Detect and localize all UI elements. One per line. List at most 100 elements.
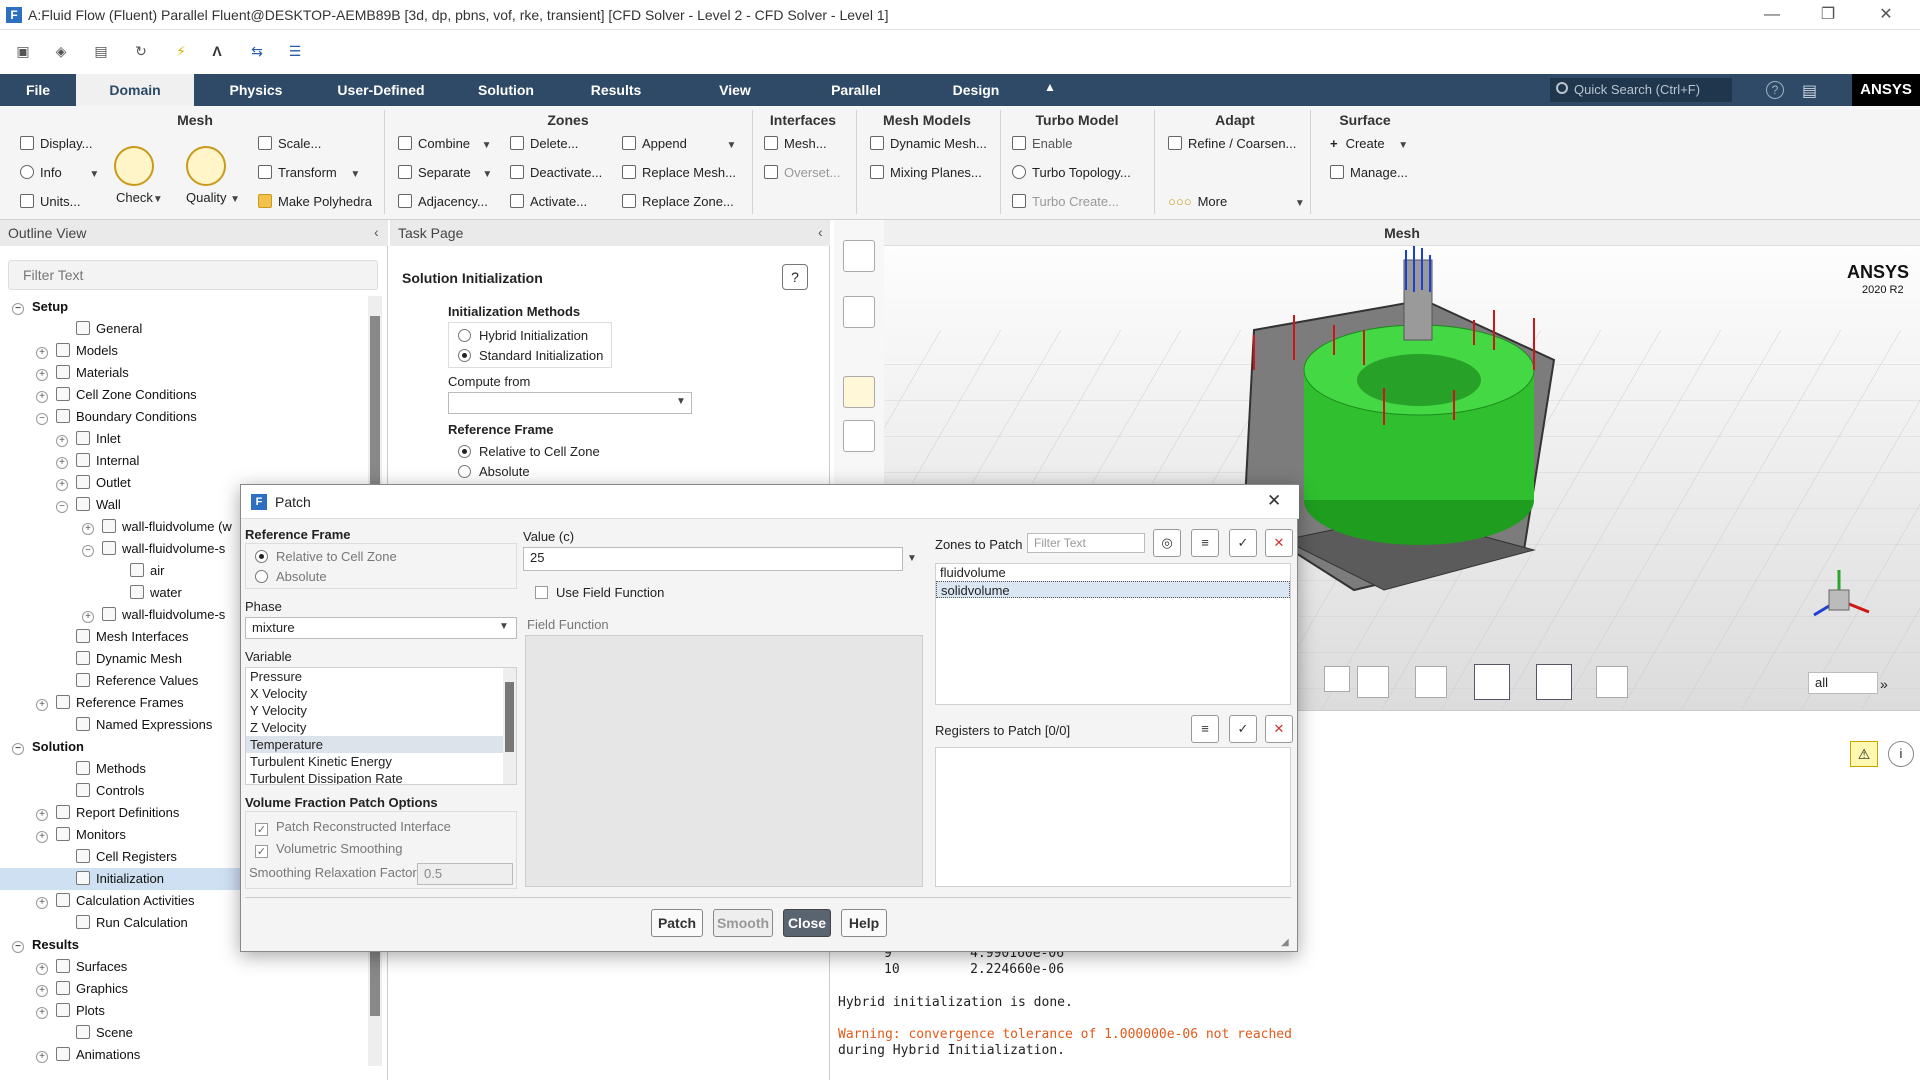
combine-button[interactable]: Combine ▼ [398,136,492,151]
zone-list-item[interactable]: solidvolume [936,581,1290,598]
plot-icon[interactable] [843,376,875,408]
tree-node[interactable]: + Internal [0,450,366,472]
collapse-icon[interactable]: − [12,303,24,315]
tree-node[interactable]: + Models [0,340,366,362]
copy-view-icon[interactable] [843,240,875,272]
phase-select[interactable]: mixture [245,617,517,639]
minimize-button[interactable]: — [1752,4,1792,26]
patch-reconstructed-checkbox[interactable]: ✓ Patch Reconstructed Interface [255,819,451,836]
tab-results[interactable]: Results [566,74,666,106]
tab-parallel[interactable]: Parallel [806,74,906,106]
read-case-icon[interactable]: ▣ [14,42,32,60]
interfaces-mesh-button[interactable]: Mesh... [764,136,827,151]
overset-button[interactable]: Overset... [764,165,840,180]
display-button[interactable]: Display... [20,136,93,151]
warning-icon[interactable]: ⚠ [1850,741,1878,767]
collapse-icon[interactable]: − [12,941,24,953]
surface-manage-button[interactable]: Manage... [1330,165,1408,180]
check-button[interactable]: Check▼ [116,190,163,205]
resize-grip-icon[interactable]: ◢ [1281,937,1289,948]
tree-node[interactable]: − Boundary Conditions [0,406,366,428]
help-icon[interactable]: ? [1766,81,1784,99]
tree-node[interactable]: + Surfaces [0,956,366,978]
arrange-windows-icon[interactable]: ⇆ [248,42,266,60]
layout-icon[interactable]: ☰ [286,42,304,60]
variable-list-item[interactable]: Turbulent Dissipation Rate [246,770,504,784]
patch-absolute-radio[interactable]: Absolute [255,569,327,584]
hybrid-init-radio[interactable]: Hybrid Initialization [458,328,588,343]
quality-icon[interactable] [186,146,226,186]
expand-icon[interactable]: + [56,435,68,447]
zone-check-icon[interactable]: ✓ [1229,529,1257,557]
tree-panel-icon[interactable]: ▤ [1802,81,1817,101]
expand-icon[interactable]: + [36,1007,48,1019]
tab-solution[interactable]: Solution [456,74,556,106]
tree-node[interactable]: + Materials [0,362,366,384]
close-dialog-icon[interactable]: ✕ [1267,491,1281,511]
tree-node[interactable]: + Cell Zone Conditions [0,384,366,406]
expand-icon[interactable]: + [56,457,68,469]
patch-button[interactable]: Patch [651,909,703,937]
make-polyhedra-button[interactable]: Make Polyhedra [258,194,372,209]
adapt-more-button[interactable]: ○○○ More ▼ [1168,194,1305,209]
collapse-icon[interactable]: − [82,545,94,557]
append-button[interactable]: Append ▼ [622,136,736,151]
expand-icon[interactable]: + [82,611,94,623]
help-button[interactable]: Help [841,909,887,937]
expand-icon[interactable]: + [36,347,48,359]
register-clear-icon[interactable]: ✕ [1265,715,1293,743]
report-icon[interactable] [1596,666,1628,698]
variable-list-item[interactable]: Pressure [246,668,504,685]
quality-button[interactable]: Quality ▼ [186,190,240,205]
value-input[interactable]: 25 [523,547,903,571]
turbo-topology-button[interactable]: Turbo Topology... [1012,165,1131,180]
deactivate-button[interactable]: Deactivate... [510,165,602,180]
separate-button[interactable]: Separate ▼ [398,165,492,180]
scrollbar-thumb[interactable] [505,682,514,752]
units-button[interactable]: Units... [20,194,80,209]
zone-select-all-icon[interactable]: ≡ [1191,529,1219,557]
tree-node[interactable]: + Plots [0,1000,366,1022]
variable-list-item[interactable]: Temperature [246,736,504,753]
expand-icon[interactable]: + [36,809,48,821]
refine-coarsen-button[interactable]: Refine / Coarsen... [1168,136,1296,151]
tab-user-defined[interactable]: User-Defined [320,74,442,106]
lightning-icon[interactable]: ⚡ [172,42,190,60]
scale-button[interactable]: Scale... [258,136,321,151]
expand-icon[interactable]: + [36,391,48,403]
gear-view-icon[interactable] [1357,666,1389,698]
copy-image-icon[interactable] [1474,664,1510,700]
view-select[interactable]: all [1808,672,1878,694]
expand-icon[interactable]: + [36,897,48,909]
layout-panel-icon[interactable] [843,296,875,328]
expand-icon[interactable]: + [36,1051,48,1063]
restore-button[interactable]: ❐ [1808,4,1848,26]
collapse-icon[interactable]: − [12,743,24,755]
info-icon[interactable]: i [1888,741,1914,767]
expand-icon[interactable]: + [82,523,94,535]
tree-node[interactable]: Scene [0,1022,366,1044]
smooth-button[interactable]: Smooth [713,909,773,937]
collapse-icon[interactable]: − [36,413,48,425]
standard-init-radio[interactable]: Standard Initialization [458,348,603,363]
window-close-button[interactable]: ✕ [1866,4,1906,26]
expand-icon[interactable]: » [1880,676,1888,692]
mixing-planes-button[interactable]: Mixing Planes... [870,165,982,180]
write-case-icon[interactable]: ▤ [92,42,110,60]
variable-list-item[interactable]: Z Velocity [246,719,504,736]
tree-node[interactable]: + Inlet [0,428,366,450]
zone-clear-icon[interactable]: ✕ [1265,529,1293,557]
zone-select-icon[interactable]: ◎ [1153,529,1181,557]
activate-button[interactable]: Activate... [510,194,587,209]
relative-cell-zone-radio[interactable]: Relative to Cell Zone [458,444,600,459]
variable-list-scrollbar[interactable] [503,668,516,784]
filter-mesh-icon[interactable] [843,420,875,452]
smoothing-factor-input[interactable]: 0.5 [417,863,513,885]
undo-icon[interactable]: ↻ [132,42,150,60]
tree-node[interactable]: + Animations [0,1044,366,1066]
replace-zone-button[interactable]: Replace Zone... [622,194,734,209]
cube-view-icon[interactable] [1415,666,1447,698]
zones-list[interactable]: fluidvolume solidvolume [935,563,1291,705]
compute-from-select[interactable] [448,392,692,414]
adjacency-button[interactable]: Adjacency... [398,194,488,209]
